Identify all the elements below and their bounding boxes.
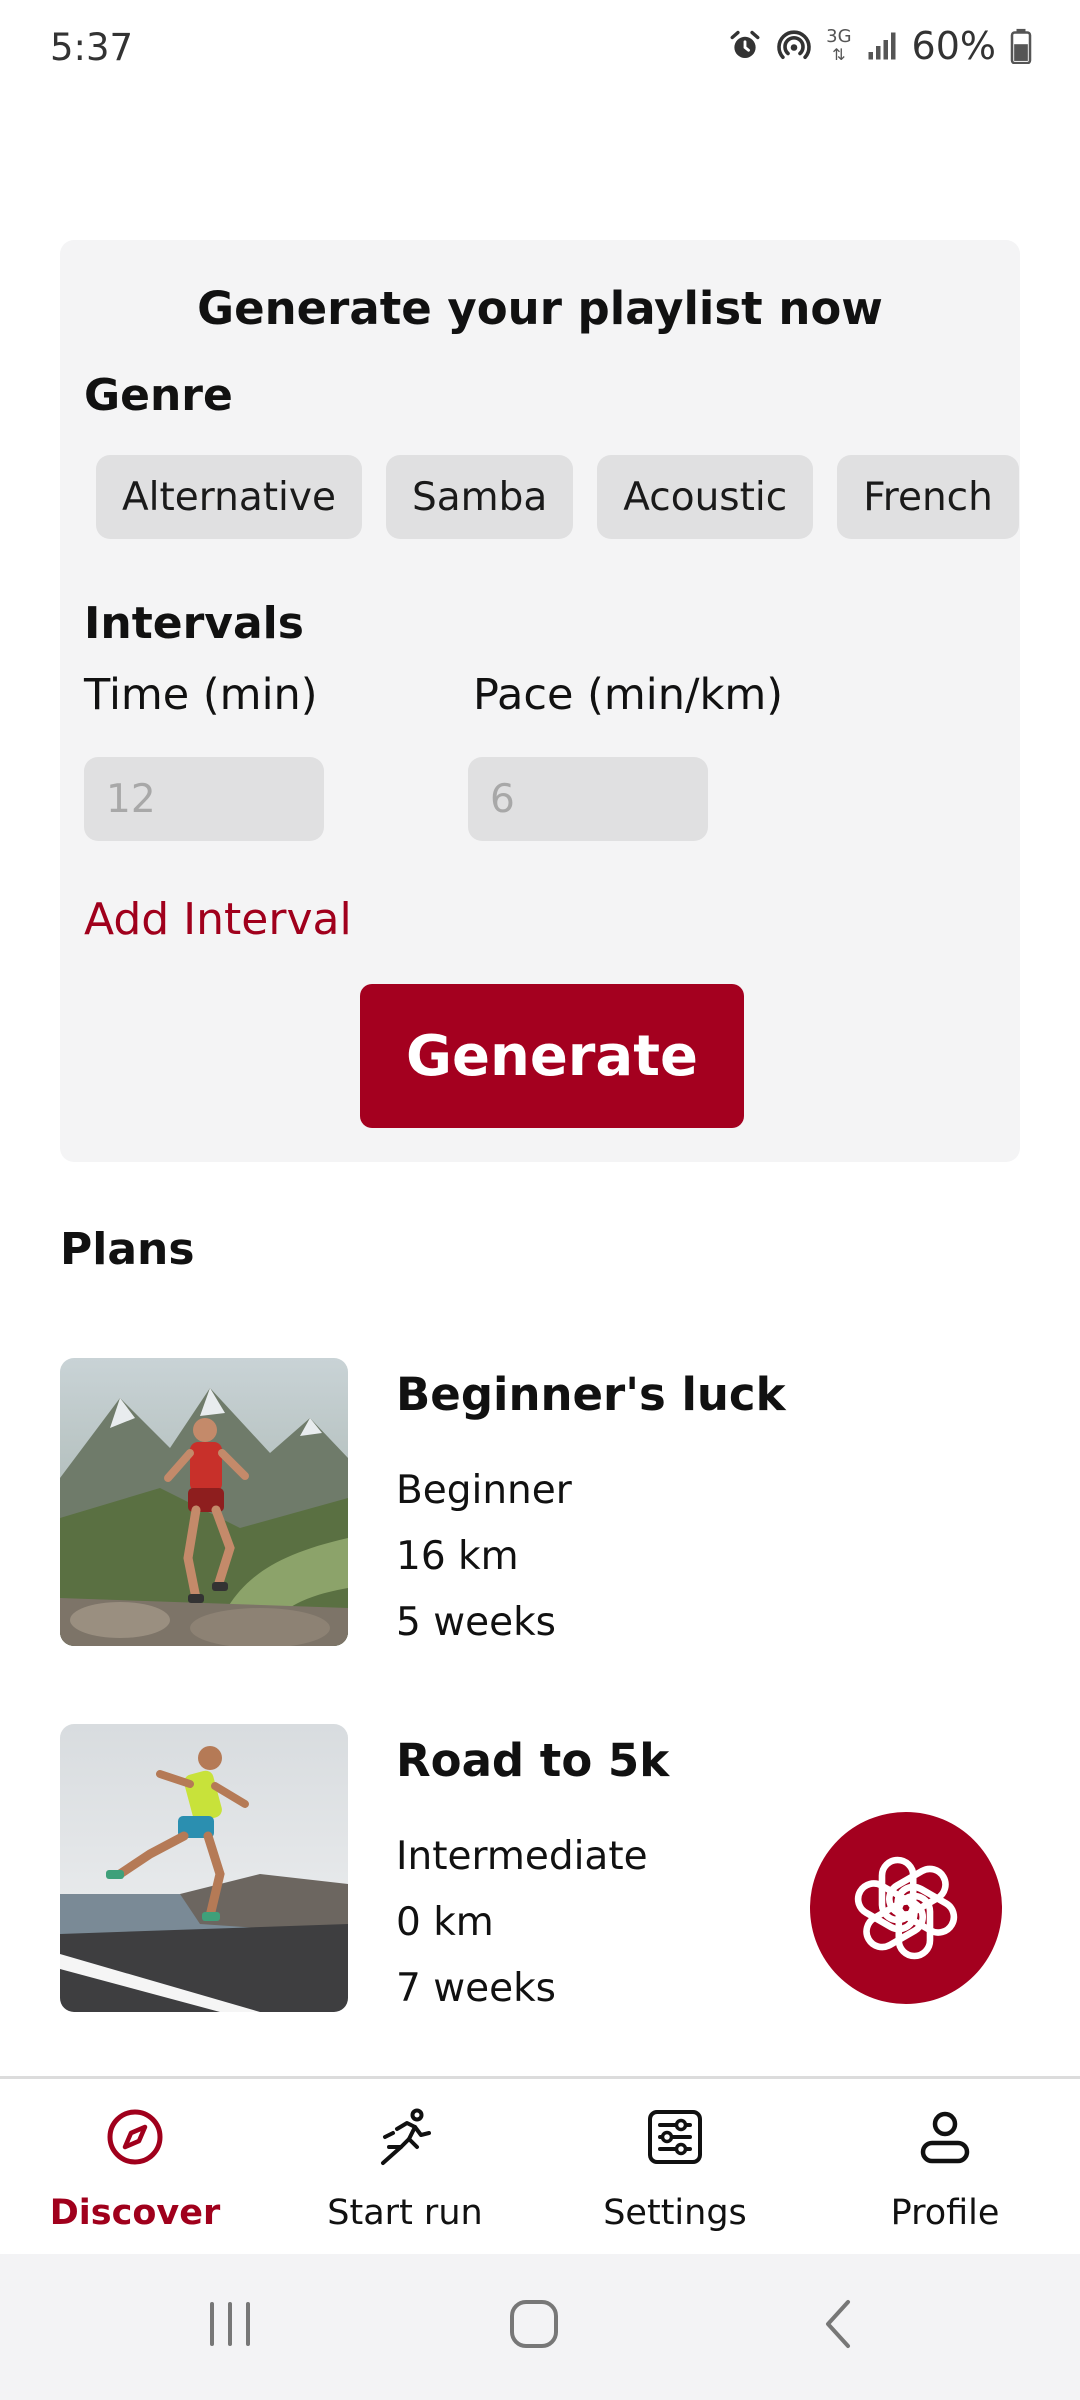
generator-title: Generate your playlist now bbox=[197, 282, 883, 335]
nav-item-settings[interactable]: Settings bbox=[540, 2079, 810, 2257]
genre-chip-acoustic[interactable]: Acoustic bbox=[597, 455, 814, 539]
pace-label: Pace (min/km) bbox=[473, 670, 784, 720]
nav-label-profile: Profile bbox=[890, 2193, 1000, 2233]
nav-item-start-run[interactable]: Start run bbox=[270, 2079, 540, 2257]
status-icons: 3G ⇅ 60% bbox=[728, 24, 1032, 68]
plan-level: Beginner bbox=[396, 1468, 572, 1513]
nav-item-discover[interactable]: Discover bbox=[0, 2079, 270, 2257]
hotspot-icon bbox=[777, 30, 811, 60]
alarm-icon bbox=[730, 30, 760, 59]
home-icon[interactable] bbox=[504, 2294, 564, 2354]
status-bar: 5:37 3G ⇅ 60% bbox=[0, 0, 1080, 100]
compass-icon bbox=[107, 2109, 163, 2165]
system-navigation-bar bbox=[0, 2254, 1080, 2400]
plan-duration: 7 weeks bbox=[396, 1966, 556, 2011]
openai-logo-icon bbox=[854, 1856, 958, 1960]
runner-icon bbox=[381, 2108, 431, 2165]
person-icon bbox=[920, 2111, 970, 2164]
network-type-icon: 3G ⇅ bbox=[826, 26, 852, 64]
plan-distance: 16 km bbox=[396, 1534, 519, 1579]
plan-name: Beginner's luck bbox=[396, 1368, 786, 1421]
pace-input[interactable] bbox=[468, 757, 708, 841]
genre-label: Genre bbox=[84, 370, 233, 421]
genre-chip-list[interactable]: Alternative Samba Acoustic French bbox=[96, 455, 1020, 541]
battery-icon bbox=[1010, 28, 1032, 64]
signal-icon bbox=[868, 32, 896, 60]
nav-label-settings: Settings bbox=[603, 2193, 747, 2233]
generate-button[interactable]: Generate bbox=[360, 984, 744, 1128]
plans-heading: Plans bbox=[60, 1224, 195, 1275]
plan-image-road-sprinter bbox=[60, 1724, 348, 2012]
sliders-icon bbox=[648, 2110, 702, 2164]
battery-percent: 60% bbox=[911, 24, 996, 68]
status-time: 5:37 bbox=[50, 26, 134, 69]
playlist-generator-card: Generate your playlist now Genre Alterna… bbox=[60, 240, 1020, 1162]
genre-chip-alternative[interactable]: Alternative bbox=[96, 455, 362, 539]
plan-card[interactable]: Beginner's luck Beginner 16 km 5 weeks bbox=[60, 1358, 1020, 1648]
bottom-navigation: Discover Start run Settings Profile bbox=[0, 2076, 1080, 2254]
recent-apps-icon[interactable] bbox=[200, 2294, 260, 2354]
back-icon[interactable] bbox=[810, 2294, 870, 2354]
plan-distance: 0 km bbox=[396, 1900, 494, 1945]
nav-item-profile[interactable]: Profile bbox=[810, 2079, 1080, 2257]
ai-assistant-button[interactable] bbox=[810, 1812, 1002, 2004]
plan-level: Intermediate bbox=[396, 1834, 648, 1879]
intervals-label: Intervals bbox=[84, 598, 304, 649]
plan-duration: 5 weeks bbox=[396, 1600, 556, 1645]
time-input[interactable] bbox=[84, 757, 324, 841]
add-interval-link[interactable]: Add Interval bbox=[84, 894, 352, 945]
plan-image-mountain-runner bbox=[60, 1358, 348, 1646]
time-label: Time (min) bbox=[84, 670, 318, 720]
genre-chip-french[interactable]: French bbox=[837, 455, 1019, 539]
plan-name: Road to 5k bbox=[396, 1734, 670, 1787]
nav-label-start-run: Start run bbox=[327, 2193, 483, 2233]
genre-chip-samba[interactable]: Samba bbox=[385, 455, 574, 539]
nav-label-discover: Discover bbox=[49, 2193, 221, 2233]
